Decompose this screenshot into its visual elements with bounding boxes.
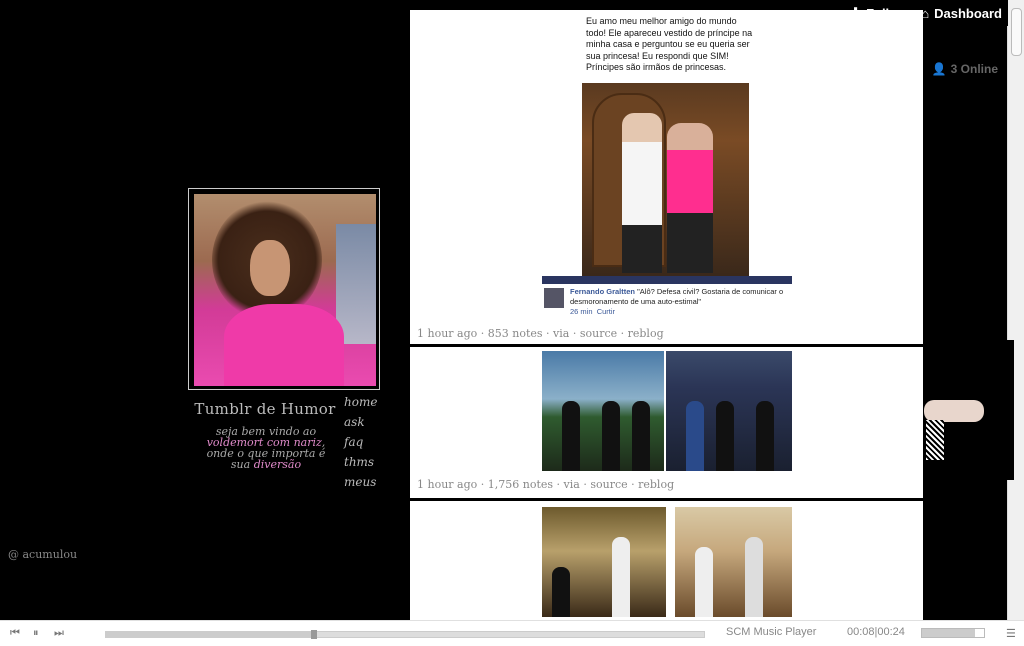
post-notes-link[interactable]: 853 notes [488, 327, 543, 340]
post-source-link[interactable]: source [580, 327, 617, 340]
post-caption: Eu amo meu melhor amigo do mundo todo! E… [586, 16, 753, 72]
post-reblog-link[interactable]: reblog [628, 327, 664, 340]
post-source-link[interactable]: source [590, 478, 627, 491]
desc-highlight-2: diversão [253, 458, 302, 471]
player-title[interactable]: SCM Music Player [726, 626, 816, 638]
online-counter[interactable]: 👤 3 Online [932, 62, 998, 76]
posts-column: Eu amo meu melhor amigo do mundo todo! E… [410, 10, 923, 620]
post-via-link[interactable]: via [564, 478, 580, 491]
post: 1 hour ago · 1,756 notes · via · source … [410, 347, 923, 498]
post-gif[interactable] [666, 351, 792, 471]
nav-link-faq[interactable]: faq [344, 435, 377, 449]
post-via-link[interactable]: via [553, 327, 569, 340]
music-player: ⏮ ⏸ ⏭ SCM Music Player 00:08|00:24 ☰ [0, 620, 1024, 646]
post-reblog-link[interactable]: reblog [638, 478, 674, 491]
blog-nav: home ask faq thms meus [344, 395, 377, 489]
previous-track-button[interactable]: ⏮ [10, 627, 20, 640]
fb-like-link: Curtir [596, 307, 616, 316]
user-icon: 👤 [931, 62, 947, 76]
fb-name: Fernando Graltten [570, 287, 636, 296]
page-scrollbar[interactable] [1007, 0, 1024, 620]
next-track-button[interactable]: ⏭ [54, 627, 64, 640]
post-meta: 1 hour ago · 853 notes · via · source · … [417, 327, 664, 340]
nav-link-meus[interactable]: meus [344, 475, 377, 489]
post-gif[interactable] [542, 351, 664, 471]
post: Eu amo meu melhor amigo do mundo todo! E… [410, 10, 923, 344]
scrollbar-thumb[interactable] [1011, 8, 1022, 56]
player-time: 00:08|00:24 [847, 626, 905, 638]
online-label: 3 Online [950, 62, 998, 76]
blog-title: Tumblr de Humor [194, 400, 336, 418]
post-gif[interactable] [542, 507, 666, 617]
facebook-comment: Fernando Graltten "Alô? Defesa civil? Go… [542, 276, 792, 328]
decorative-image [924, 340, 1014, 480]
playlist-menu-icon[interactable]: ☰ [1006, 627, 1016, 640]
blog-description: seja bem vindo ao voldemort com nariz, o… [196, 426, 336, 470]
post-meta: 1 hour ago · 1,756 notes · via · source … [417, 478, 675, 491]
dashboard-label: Dashboard [934, 5, 1002, 21]
post-gif[interactable] [675, 507, 792, 617]
fb-time: 26 min [570, 307, 593, 316]
nav-link-home[interactable]: home [344, 395, 377, 409]
post-notes-link[interactable]: 1,756 notes [488, 478, 553, 491]
post-time-link[interactable]: 1 hour ago [417, 478, 477, 491]
dashboard-button[interactable]: ⌂ Dashboard [921, 6, 1002, 21]
theme-credit[interactable]: @ acumulou [8, 548, 77, 561]
fb-avatar [544, 288, 564, 308]
pause-button[interactable]: ⏸ [33, 627, 39, 640]
progress-slider[interactable] [105, 630, 705, 639]
post-time-link[interactable]: 1 hour ago [417, 327, 477, 340]
volume-slider[interactable] [921, 628, 985, 638]
post [410, 501, 923, 620]
post-photo[interactable] [582, 83, 749, 276]
blog-avatar-frame [188, 188, 380, 390]
nav-link-thms[interactable]: thms [344, 455, 377, 469]
blog-avatar-image [194, 194, 376, 386]
nav-link-ask[interactable]: ask [344, 415, 377, 429]
